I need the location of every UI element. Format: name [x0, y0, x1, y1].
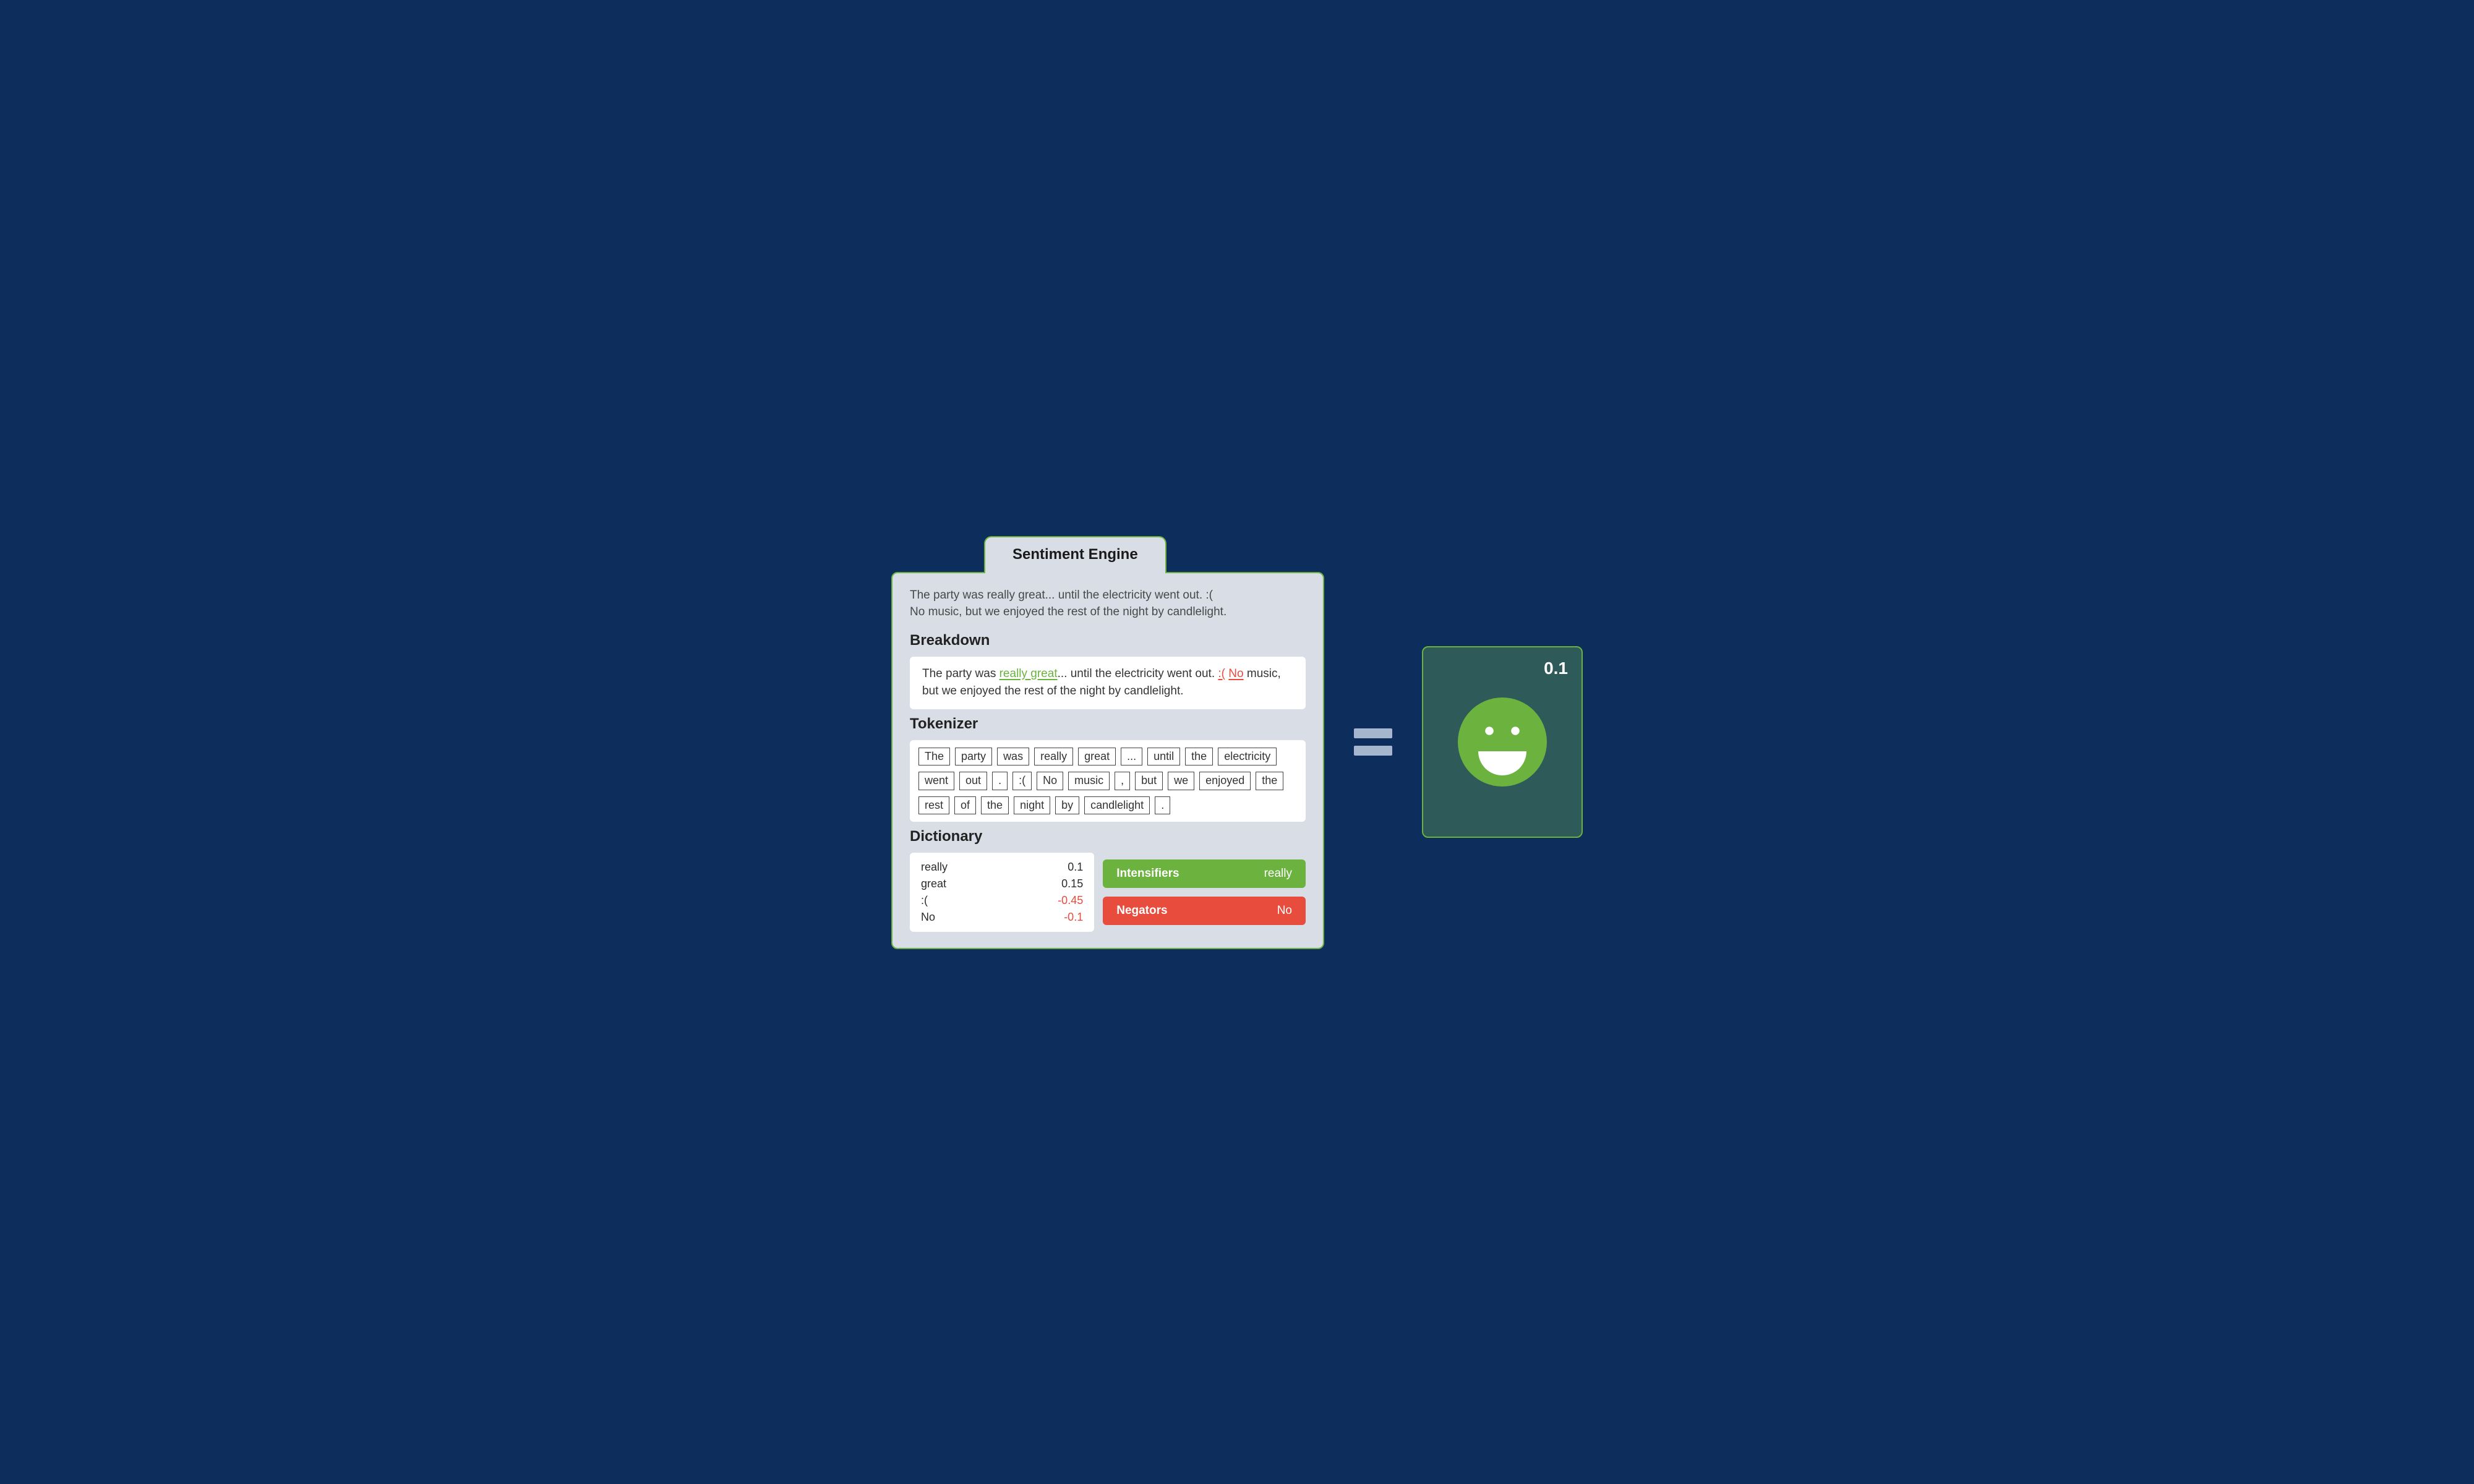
token: , [1115, 772, 1130, 790]
token: really [1034, 748, 1073, 766]
result-card: 0.1 [1422, 646, 1583, 838]
breakdown-positive-span: really great [999, 667, 1058, 680]
token: but [1135, 772, 1163, 790]
dictionary-value: -0.45 [1058, 892, 1083, 909]
engine-panel: The party was really great... until the … [891, 572, 1324, 950]
dictionary-term: :( [921, 892, 928, 909]
negators-label: Negators [1116, 904, 1167, 918]
result-score: 0.1 [1544, 659, 1568, 678]
tokenizer-heading: Tokenizer [910, 715, 1306, 733]
token: the [1256, 772, 1283, 790]
token: :( [1012, 772, 1032, 790]
dictionary-row: really 0.1 great 0.15 :( -0.45 No -0.1 Intensif… [910, 853, 1306, 932]
token: music [1068, 772, 1110, 790]
token: went [918, 772, 954, 790]
token: electricity [1218, 748, 1277, 766]
token: . [992, 772, 1008, 790]
negators-pill: Negators No [1103, 897, 1306, 925]
intensifiers-value: really [1264, 867, 1292, 881]
token: great [1078, 748, 1116, 766]
sentiment-diagram: Sentiment Engine The party was really gr… [891, 535, 1583, 950]
dictionary-term: great [921, 876, 946, 892]
dictionary-entry: :( -0.45 [921, 892, 1083, 909]
intensifiers-label: Intensifiers [1116, 867, 1179, 881]
token: enjoyed [1199, 772, 1251, 790]
tokenizer-box: The party was really great... until the electri… [910, 740, 1306, 822]
sample-line-2: No music, but we enjoyed the rest of the… [910, 605, 1226, 618]
token: by [1055, 796, 1079, 815]
panel-tab: Sentiment Engine [984, 536, 1166, 573]
token: until [1147, 748, 1180, 766]
breakdown-pre: The party was [922, 667, 999, 680]
equals-icon [1354, 728, 1392, 756]
token: ... [1121, 748, 1142, 766]
token: The [918, 748, 950, 766]
token: night [1014, 796, 1050, 815]
token: was [997, 748, 1029, 766]
token: . [1155, 796, 1170, 815]
breakdown-mid: ... until the electricity went out. [1058, 667, 1218, 680]
dictionary-entry: great 0.15 [921, 876, 1083, 892]
dictionary-entry: No -0.1 [921, 909, 1083, 926]
negators-value: No [1277, 904, 1292, 918]
token: the [1185, 748, 1213, 766]
token: we [1168, 772, 1194, 790]
dictionary-table: really 0.1 great 0.15 :( -0.45 No -0.1 [910, 853, 1094, 932]
sample-text: The party was really great... until the … [910, 587, 1306, 621]
token: party [955, 748, 992, 766]
dictionary-value: -0.1 [1064, 909, 1083, 926]
breakdown-box: The party was really great... until the … [910, 657, 1306, 709]
sample-line-1: The party was really great... until the … [910, 589, 1213, 602]
token: out [959, 772, 987, 790]
breakdown-negative-word: No [1228, 667, 1243, 680]
token: the [981, 796, 1009, 815]
dictionary-entry: really 0.1 [921, 859, 1083, 876]
breakdown-heading: Breakdown [910, 632, 1306, 649]
panel-title: Sentiment Engine [1012, 546, 1138, 563]
dictionary-heading: Dictionary [910, 828, 1306, 845]
breakdown-negative-emoji: :( [1218, 667, 1225, 680]
dictionary-term: really [921, 859, 948, 876]
engine-panel-wrap: Sentiment Engine The party was really gr… [891, 535, 1324, 950]
smile-icon [1456, 696, 1549, 788]
intensifiers-pill: Intensifiers really [1103, 859, 1306, 888]
token: rest [918, 796, 949, 815]
token: No [1037, 772, 1063, 790]
dictionary-value: 0.15 [1061, 876, 1083, 892]
token: candlelight [1084, 796, 1150, 815]
token: of [954, 796, 976, 815]
dictionary-value: 0.1 [1068, 859, 1083, 876]
dictionary-side: Intensifiers really Negators No [1103, 853, 1306, 932]
dictionary-term: No [921, 909, 935, 926]
